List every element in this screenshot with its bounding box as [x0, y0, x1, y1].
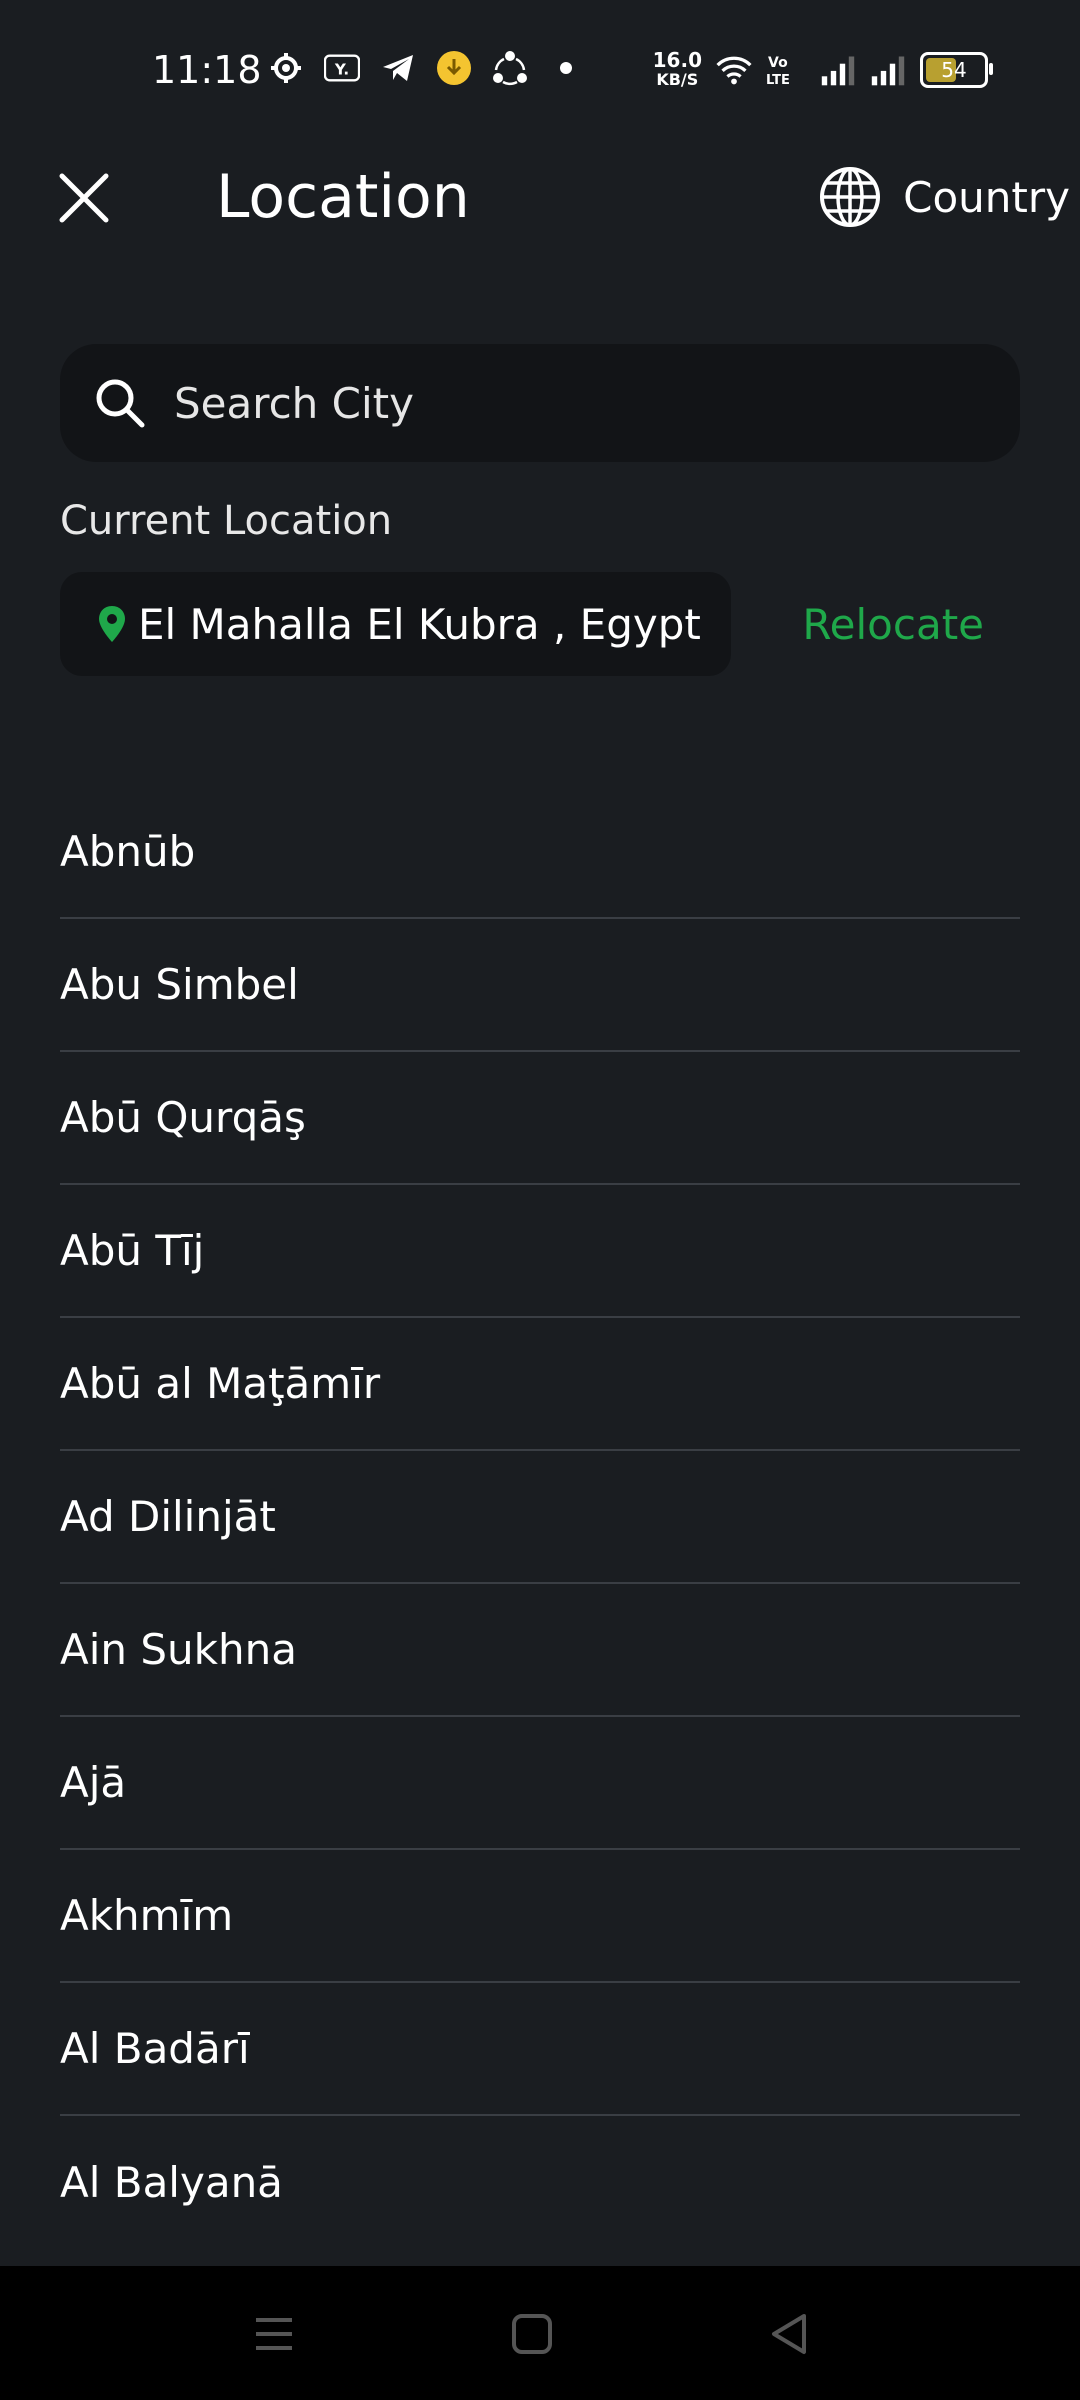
- system-icons: 16.0 KB/S Vo LTE 54: [653, 50, 993, 90]
- close-icon[interactable]: [56, 170, 112, 226]
- signal-icon: [820, 52, 856, 88]
- city-list-item[interactable]: Al Balyanā: [60, 2116, 1020, 2249]
- city-name: Abnūb: [60, 827, 196, 876]
- city-name: Ajā: [60, 1758, 127, 1807]
- speed-unit: KB/S: [656, 70, 699, 89]
- city-list-item[interactable]: Ad Dilinjāt: [60, 1451, 1020, 1584]
- home-nav-icon[interactable]: [508, 2310, 556, 2358]
- city-list-item[interactable]: Abū Qurqāş: [60, 1052, 1020, 1185]
- back-nav-icon[interactable]: [766, 2310, 814, 2358]
- network-speed: 16.0 KB/S: [653, 50, 702, 90]
- city-name: Abū Tīj: [60, 1226, 205, 1275]
- status-bar: 11:18 Y. 16.0 KB/S Vo LTE 54: [0, 0, 1080, 140]
- dot-icon: [548, 50, 584, 86]
- battery-level: 54: [941, 58, 967, 82]
- battery-icon: 54: [920, 52, 993, 88]
- globe-icon: [820, 167, 881, 227]
- city-name: Abu Simbel: [60, 960, 299, 1009]
- search-input[interactable]: [172, 377, 1020, 429]
- city-name: Akhmīm: [60, 1891, 234, 1940]
- yahoo-icon: Y.: [324, 50, 360, 86]
- share-icon: [492, 50, 528, 86]
- page-title: Location: [216, 162, 470, 232]
- notification-icons: Y.: [268, 50, 584, 86]
- city-list-item[interactable]: Al Badārī: [60, 1983, 1020, 2116]
- city-list-item[interactable]: Ajā: [60, 1717, 1020, 1850]
- menu-nav-icon[interactable]: [250, 2310, 298, 2358]
- app-header: Location Country: [0, 140, 1080, 260]
- volte-icon: Vo LTE: [766, 52, 806, 88]
- navigation-bar: [0, 2266, 1080, 2400]
- location-pin-icon: [99, 606, 125, 642]
- city-name: Al Balyanā: [60, 2158, 283, 2207]
- current-location-chip[interactable]: El Mahalla El Kubra , Egypt: [60, 572, 731, 676]
- country-label: Country: [903, 172, 1070, 222]
- city-list-item[interactable]: Abū al Maţāmīr: [60, 1318, 1020, 1451]
- city-list: Abnūb Abu Simbel Abū Qurqāş Abū Tīj Abū al M…: [60, 786, 1020, 2249]
- city-list-item[interactable]: Akhmīm: [60, 1850, 1020, 1983]
- search-bar[interactable]: [60, 344, 1020, 462]
- svg-text:Y.: Y.: [334, 61, 349, 79]
- city-name: Abū al Maţāmīr: [60, 1359, 381, 1408]
- relocate-button[interactable]: Relocate: [802, 600, 984, 649]
- current-location-value: El Mahalla El Kubra , Egypt: [138, 599, 701, 649]
- city-name: Abū Qurqāş: [60, 1093, 306, 1142]
- current-location-label: Current Location: [60, 498, 393, 544]
- svg-text:Vo: Vo: [768, 55, 788, 71]
- svg-text:LTE: LTE: [766, 73, 790, 87]
- city-list-item[interactable]: Abu Simbel: [60, 919, 1020, 1052]
- telegram-icon: [380, 50, 416, 86]
- city-name: Ain Sukhna: [60, 1625, 297, 1674]
- city-name: Ad Dilinjāt: [60, 1492, 276, 1541]
- signal-icon: [870, 52, 906, 88]
- country-button[interactable]: Country: [819, 166, 1070, 228]
- city-name: Al Badārī: [60, 2024, 250, 2073]
- city-list-item[interactable]: Abū Tīj: [60, 1185, 1020, 1318]
- city-list-item[interactable]: Abnūb: [60, 786, 1020, 919]
- city-list-item[interactable]: Ain Sukhna: [60, 1584, 1020, 1717]
- speed-value: 16.0: [652, 48, 702, 72]
- search-icon: [96, 379, 145, 428]
- download-badge-icon: [436, 50, 472, 86]
- status-time: 11:18: [152, 48, 262, 92]
- settings-icon: [268, 50, 304, 86]
- wifi-icon: [716, 52, 752, 88]
